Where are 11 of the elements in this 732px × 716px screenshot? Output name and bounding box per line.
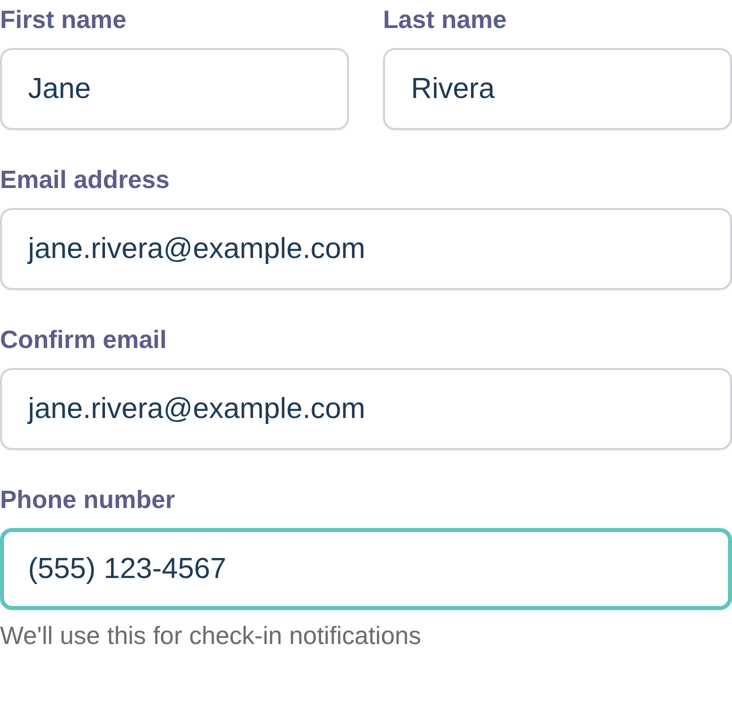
input-field[interactable]: Rivera [383,48,732,130]
field-label: Last name [383,5,508,36]
input-field[interactable]: Jane [0,48,349,130]
field-label: Confirm email [0,325,168,356]
helper-text: We'll use this for check-in notifications [0,622,422,651]
input-field[interactable]: (555) 123-4567 [0,528,732,610]
input-field[interactable]: jane.rivera@example.com [0,208,732,290]
field-label: First name [0,5,128,36]
field-label: Email address [0,165,171,196]
input-field[interactable]: jane.rivera@example.com [0,368,732,450]
field-label: Phone number [0,485,176,516]
